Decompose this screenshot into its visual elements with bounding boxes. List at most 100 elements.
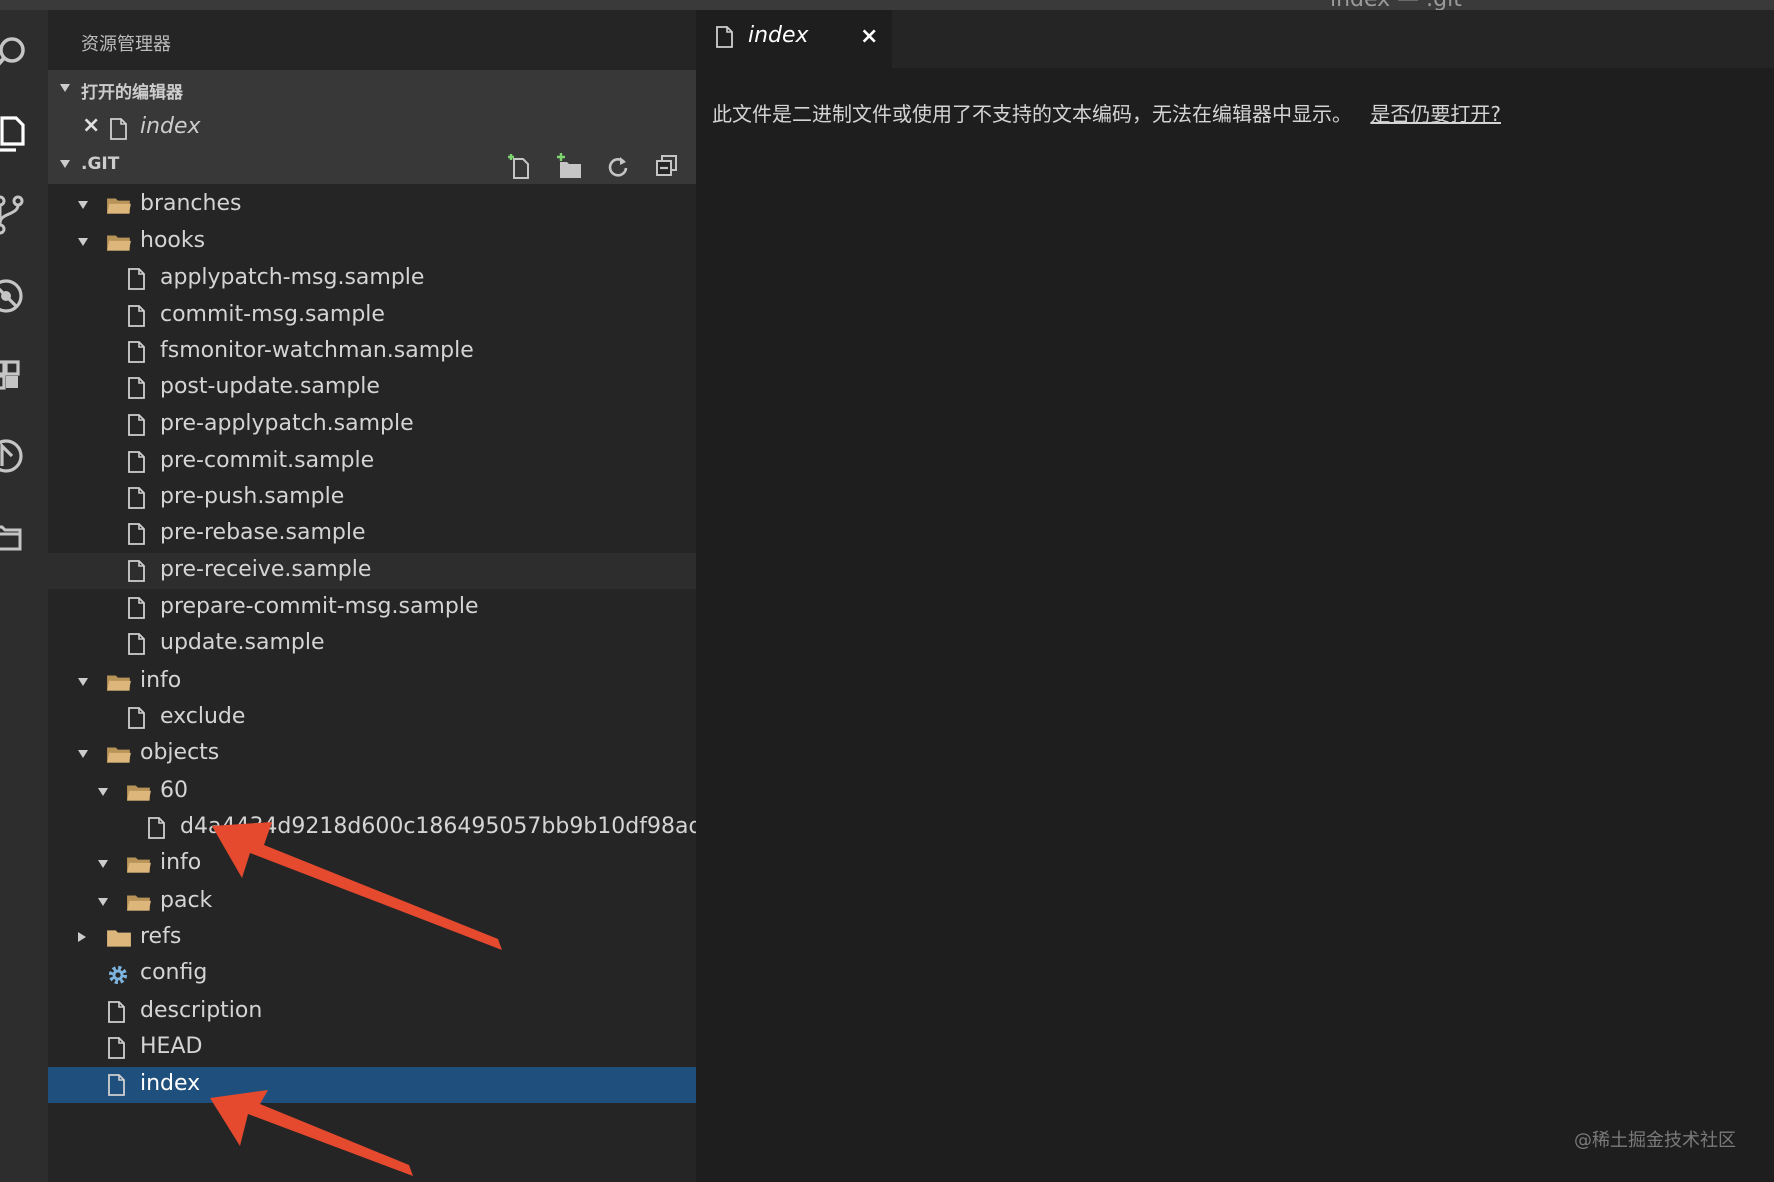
chevron-right-icon[interactable] [78,932,86,942]
tab-bar: index × [696,10,1774,68]
tree-folder-branches[interactable]: branches [48,187,696,223]
tree-item-label: exclude [160,704,246,729]
tree-item-label: commit-msg.sample [160,302,385,327]
binary-warning-text: 此文件是二进制文件或使用了不支持的文本编码，无法在编辑器中显示。 [712,102,1352,126]
folder-icon[interactable] [0,515,32,559]
tree-file-head[interactable]: HEAD [48,1030,696,1066]
watermark: @稀土掘金技术社区 [1574,1130,1736,1151]
tab-index[interactable]: index × [696,10,892,68]
file-icon [126,305,146,327]
file-icon [126,341,146,363]
tab-label: index [748,23,809,48]
folder-icon [106,927,132,949]
open-editors-header[interactable]: 打开的编辑器 [48,70,696,108]
chevron-down-icon[interactable] [78,678,88,686]
tree-item-label: fsmonitor-watchman.sample [160,338,474,363]
new-file-icon[interactable] [505,152,535,180]
tree-folder-refs[interactable]: refs [48,920,696,956]
tree-file-post-update-sample[interactable]: post-update.sample [48,370,696,406]
explorer-sidebar: 资源管理器 打开的编辑器 × index .GIT branches hooks a… [48,10,696,1182]
file-icon [126,451,146,473]
gear-icon [106,963,130,987]
open-editor-label: index [140,114,201,139]
open-anyway-link[interactable]: 是否仍要打开? [1370,102,1501,126]
tree-item-label: post-update.sample [160,374,380,399]
tree-file-update-sample[interactable]: update.sample [48,626,696,662]
tree-item-label: pre-receive.sample [160,557,372,582]
tree-file-pre-rebase-sample[interactable]: pre-rebase.sample [48,516,696,552]
file-icon [126,707,146,729]
file-icon [126,597,146,619]
tree-item-label: d4a4434d9218d600c186495057bb9b10df98ad [180,814,696,839]
title-bar: index — .git [0,0,1774,12]
tree-file-commit-msg-sample[interactable]: commit-msg.sample [48,298,696,334]
tree-item-label: refs [140,924,182,949]
debug-icon[interactable] [0,274,32,318]
tree-item-label: info [160,850,202,875]
collapse-all-icon[interactable] [652,152,682,180]
search-icon[interactable] [0,30,32,74]
tree-item-label: info [140,668,182,693]
tree-folder-info[interactable]: info [48,664,696,700]
binary-file-message: 此文件是二进制文件或使用了不支持的文本编码，无法在编辑器中显示。 是否仍要打开? [712,98,1501,127]
new-folder-icon[interactable] [554,152,584,180]
tree-file-pre-push-sample[interactable]: pre-push.sample [48,480,696,516]
tree-item-label: hooks [140,228,206,253]
chevron-down-icon[interactable] [98,788,108,796]
file-icon [714,26,734,48]
tree-file-pre-receive-sample[interactable]: pre-receive.sample [48,553,696,589]
chevron-down-icon[interactable] [78,238,88,246]
tree-folder-hooks[interactable]: hooks [48,224,696,260]
remote-icon[interactable] [0,434,32,478]
file-icon [126,268,146,290]
close-icon[interactable]: × [860,24,878,49]
editor-area: index × 此文件是二进制文件或使用了不支持的文本编码，无法在编辑器中显示。… [696,10,1774,1182]
folder-open-icon [106,231,132,253]
tree-folder-60[interactable]: 60 [48,774,696,810]
source-control-icon[interactable] [0,193,32,237]
file-icon [106,1074,126,1096]
sidebar-title: 资源管理器 [81,34,171,55]
tree-item-label: 60 [160,778,188,803]
chevron-down-icon[interactable] [98,898,108,906]
tree-file-d4a4434d9218d600c186495057bb9b10df98ad[interactable]: d4a4434d9218d600c186495057bb9b10df98ad [48,810,696,846]
tree-item-label: prepare-commit-msg.sample [160,594,479,619]
folder-open-icon [126,853,152,875]
open-editors-label: 打开的编辑器 [81,83,183,103]
file-icon [146,817,166,839]
chevron-down-icon[interactable] [78,201,88,209]
tree-folder-info[interactable]: info [48,846,696,882]
tree-item-label: objects [140,740,220,765]
tree-file-pre-commit-sample[interactable]: pre-commit.sample [48,444,696,480]
close-icon[interactable]: × [82,113,100,138]
tree-item-label: config [140,960,208,985]
tree-folder-pack[interactable]: pack [48,884,696,920]
tree-item-label: description [140,998,263,1023]
workspace-header[interactable]: .GIT [48,146,696,184]
explorer-toolbar [491,152,682,180]
file-icon [126,560,146,582]
file-icon [106,1001,126,1023]
tree-file-exclude[interactable]: exclude [48,700,696,736]
file-icon [126,523,146,545]
open-editor-item[interactable]: × index [48,108,696,146]
explorer-icon[interactable] [0,112,32,156]
file-icon [126,377,146,399]
tree-folder-objects[interactable]: objects [48,736,696,772]
folder-open-icon [106,671,132,693]
tree-file-config[interactable]: config [48,956,696,992]
chevron-down-icon[interactable] [78,750,88,758]
tree-file-applypatch-msg-sample[interactable]: applypatch-msg.sample [48,261,696,297]
tree-file-description[interactable]: description [48,994,696,1030]
tree-item-label: pre-rebase.sample [160,520,366,545]
tree-file-fsmonitor-watchman-sample[interactable]: fsmonitor-watchman.sample [48,334,696,370]
extensions-icon[interactable] [0,354,32,398]
tree-file-pre-applypatch-sample[interactable]: pre-applypatch.sample [48,407,696,443]
tree-item-label: update.sample [160,630,325,655]
file-icon [126,633,146,655]
tree-item-label: branches [140,191,242,216]
tree-file-index[interactable]: index [48,1067,696,1103]
refresh-icon[interactable] [603,152,633,180]
chevron-down-icon[interactable] [98,860,108,868]
tree-file-prepare-commit-msg-sample[interactable]: prepare-commit-msg.sample [48,590,696,626]
